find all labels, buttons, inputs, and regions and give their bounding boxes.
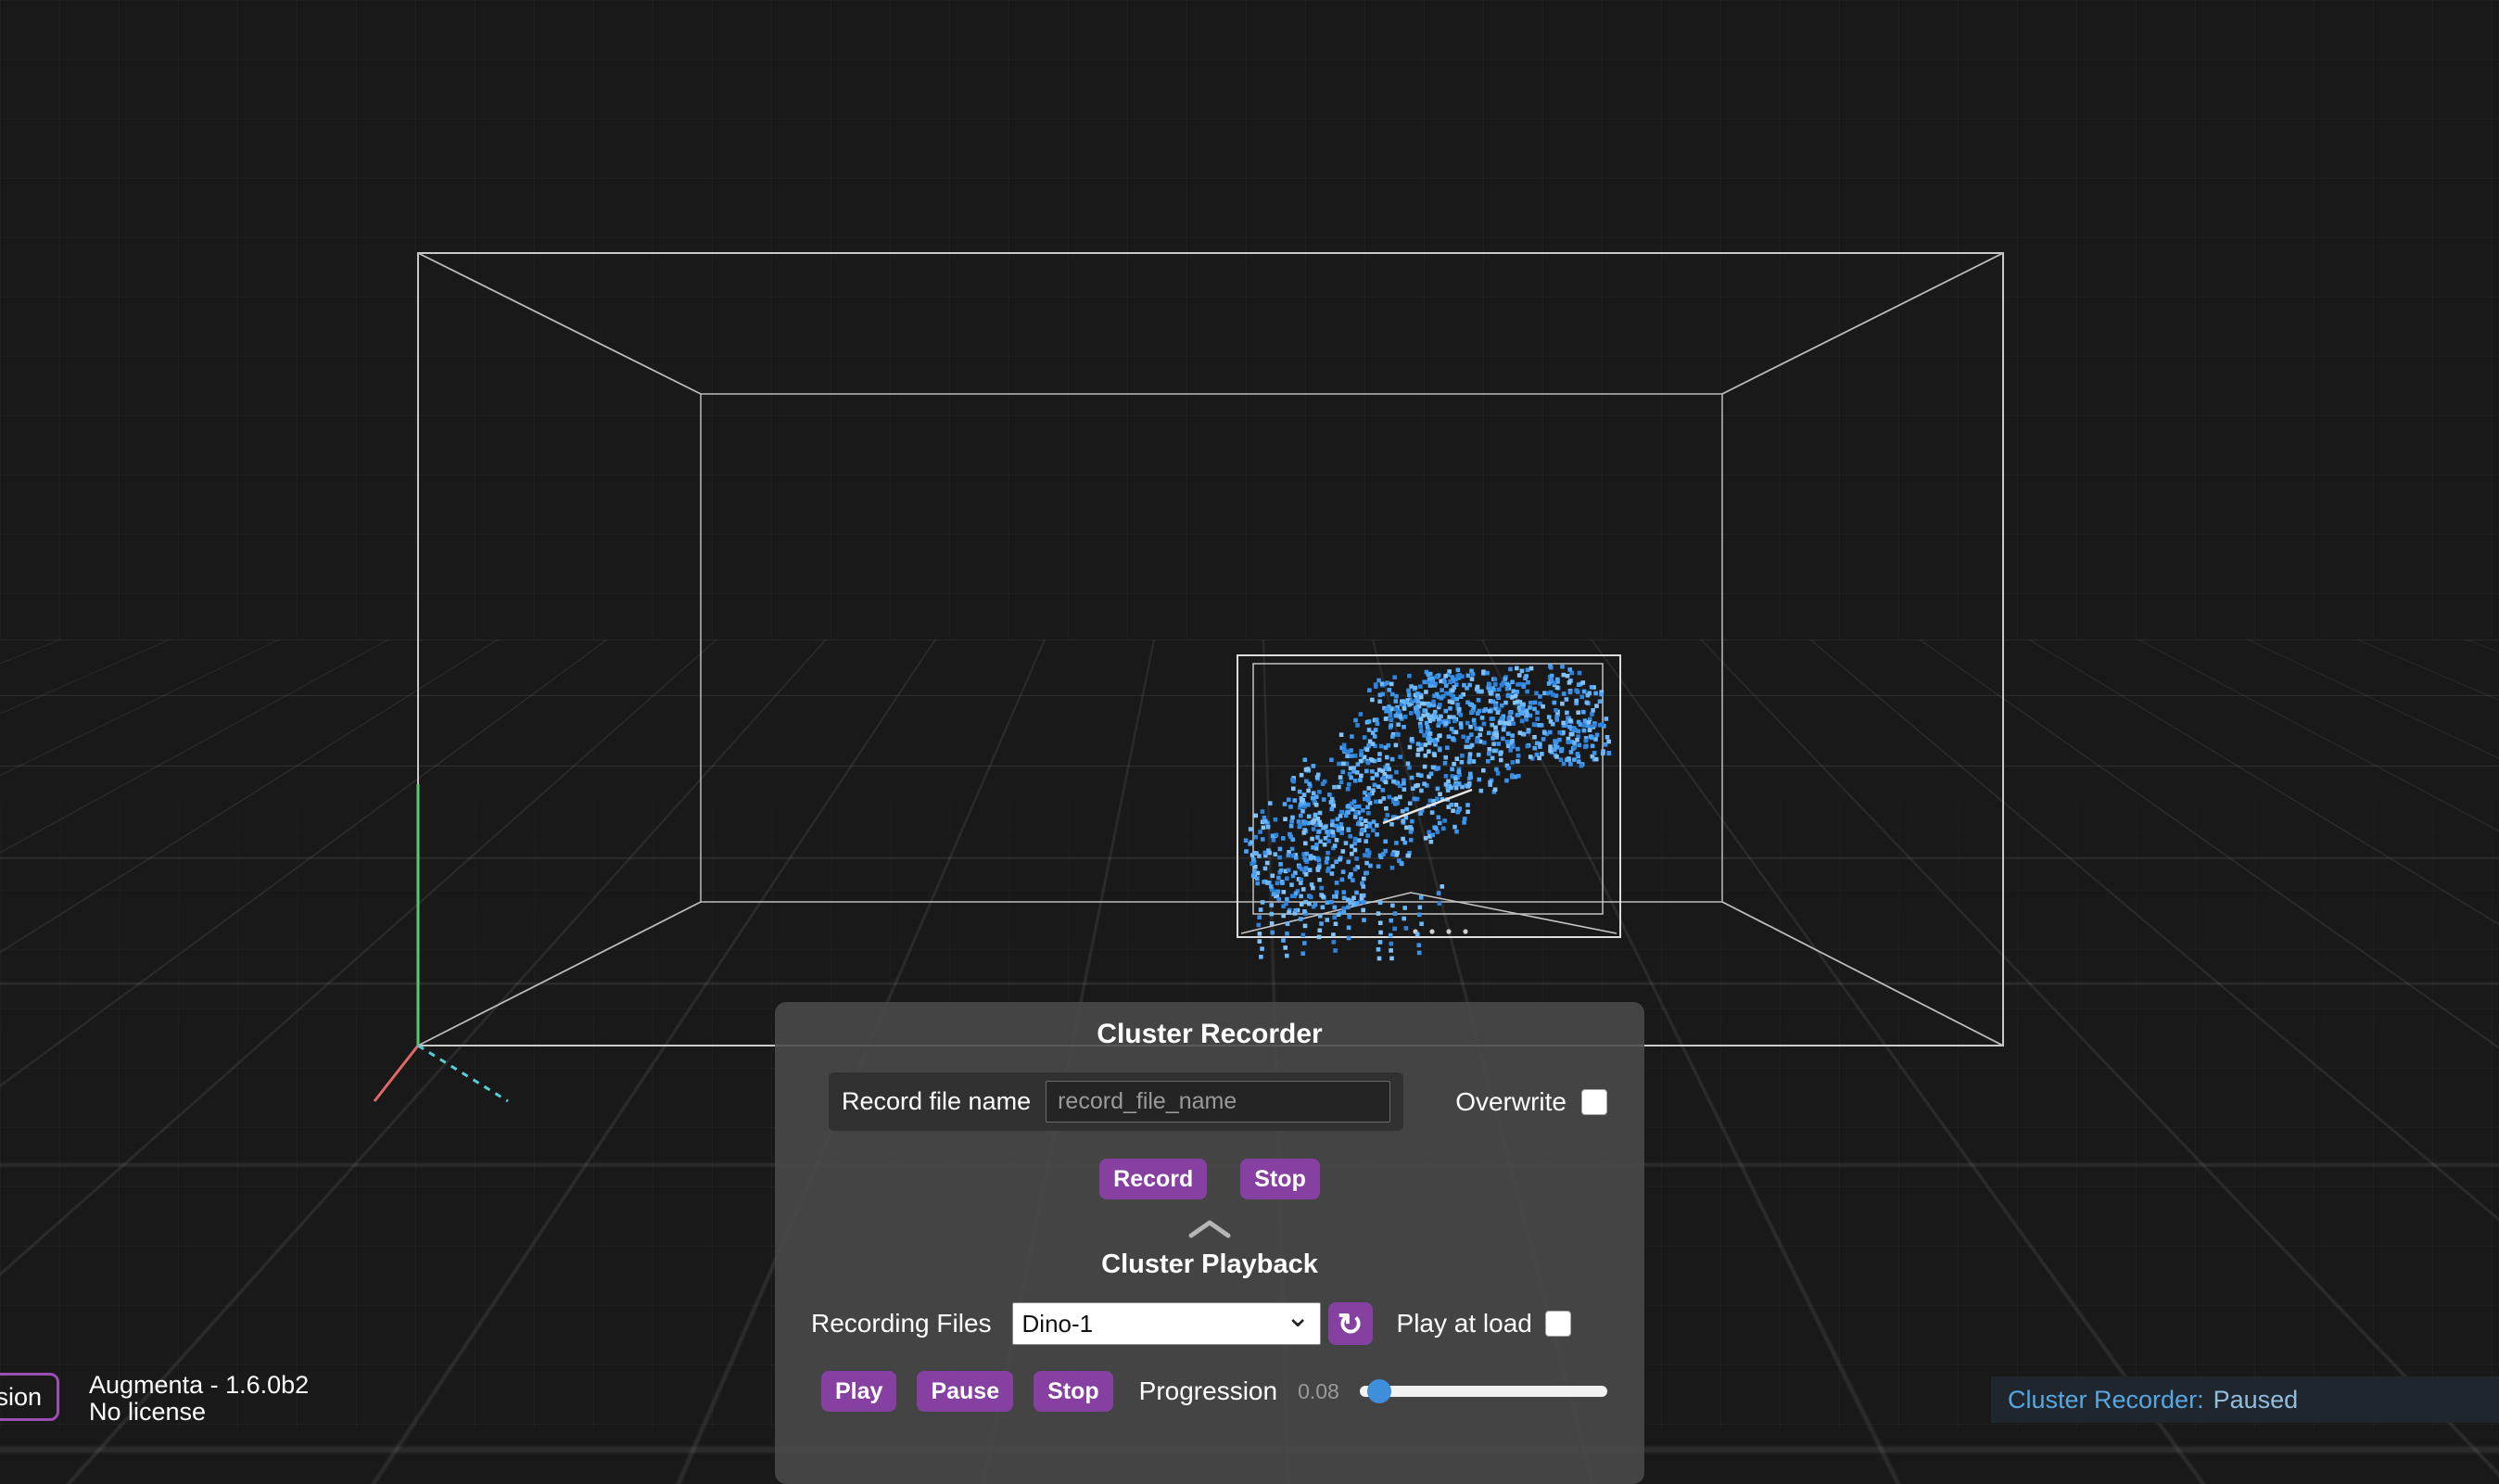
world-bounding-box <box>418 253 2003 1046</box>
license-status: No license <box>89 1399 309 1426</box>
record-row: Record file name Overwrite <box>829 1072 1607 1131</box>
playback-title: Cluster Playback <box>775 1249 1644 1280</box>
progression-slider-thumb[interactable] <box>1367 1379 1391 1403</box>
refresh-button[interactable]: ↻ <box>1328 1302 1373 1345</box>
point-cloud <box>1244 664 1611 960</box>
axis-gizmo <box>374 784 508 1101</box>
cluster-recorder-panel: Cluster Recorder Record file name Overwr… <box>775 1002 1644 1484</box>
record-stop-button[interactable]: Stop <box>1240 1159 1320 1199</box>
recorder-status-label: Cluster Recorder: <box>2008 1386 2204 1414</box>
pause-button[interactable]: Pause <box>917 1371 1013 1412</box>
session-button[interactable]: sion <box>0 1373 59 1421</box>
recording-files-value: Dino-1 <box>1022 1310 1286 1338</box>
playback-transport-row: Play Pause Stop Progression 0.08 <box>821 1371 1607 1412</box>
overwrite-checkbox[interactable] <box>1581 1089 1607 1115</box>
recorder-status-value: Paused <box>2214 1386 2299 1414</box>
overwrite-label: Overwrite <box>1455 1087 1567 1117</box>
play-button[interactable]: Play <box>821 1371 896 1412</box>
chevron-down-icon: ⌄ <box>1286 1311 1311 1322</box>
refresh-icon: ↻ <box>1338 1306 1364 1342</box>
record-file-group: Record file name <box>829 1072 1403 1131</box>
cluster-marker-dots <box>1413 929 1467 933</box>
record-buttons-row: Record Stop <box>775 1159 1644 1199</box>
collapse-control[interactable] <box>775 1220 1644 1238</box>
recording-files-select[interactable]: Dino-1 ⌄ <box>1012 1302 1321 1345</box>
play-at-load-label: Play at load <box>1397 1309 1532 1338</box>
playback-stop-button[interactable]: Stop <box>1034 1371 1113 1412</box>
session-button-label: sion <box>0 1383 42 1412</box>
progression-value: 0.08 <box>1298 1379 1339 1404</box>
chevron-up-icon <box>1188 1220 1231 1238</box>
app-info: Augmenta - 1.6.0b2 No license <box>89 1372 309 1426</box>
recorder-status-bar: Cluster Recorder: Paused <box>1991 1376 2499 1423</box>
record-button[interactable]: Record <box>1099 1159 1207 1199</box>
recording-files-row: Recording Files Dino-1 ⌄ ↻ Play at load <box>811 1302 1611 1345</box>
app-version: Augmenta - 1.6.0b2 <box>89 1372 309 1399</box>
panel-title: Cluster Recorder <box>775 1002 1644 1050</box>
progression-slider[interactable] <box>1360 1386 1607 1397</box>
progression-label: Progression <box>1139 1376 1277 1406</box>
velocity-vector <box>1383 790 1472 823</box>
record-file-label: Record file name <box>842 1087 1031 1116</box>
record-file-name-input[interactable] <box>1046 1081 1390 1123</box>
recording-files-label: Recording Files <box>811 1309 992 1338</box>
play-at-load-group: Play at load <box>1397 1309 1571 1338</box>
play-at-load-checkbox[interactable] <box>1545 1311 1571 1337</box>
overwrite-group: Overwrite <box>1455 1087 1607 1117</box>
